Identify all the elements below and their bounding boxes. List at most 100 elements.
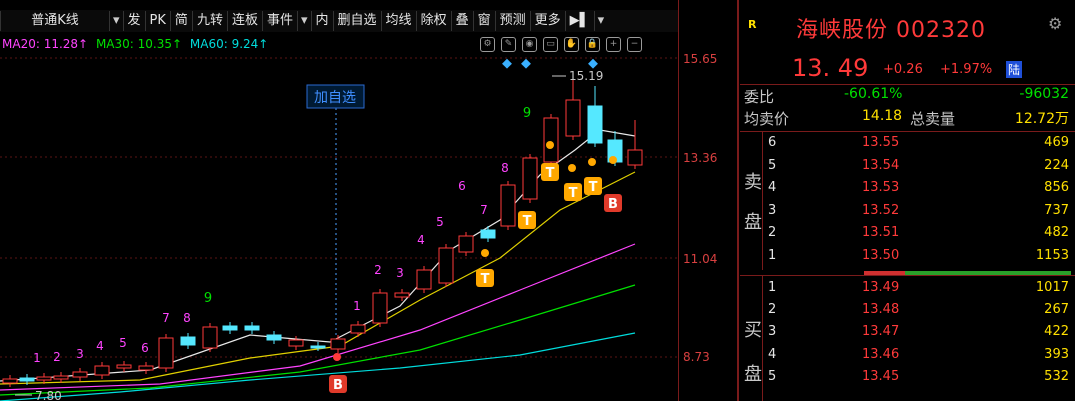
- high-price-label: 15.19: [569, 69, 603, 83]
- level-index: 4: [768, 346, 777, 362]
- candle-body: [587, 105, 603, 144]
- candle-body: [19, 377, 35, 382]
- buy-level-row[interactable]: 5 13.45 532: [740, 369, 1075, 389]
- nine-turn-count: 2: [53, 350, 61, 364]
- buy-level-row[interactable]: 4 13.46 393: [740, 347, 1075, 367]
- buy-level-row[interactable]: 2 13.48 267: [740, 302, 1075, 322]
- avg-sell-label: 均卖价: [744, 110, 790, 128]
- price-change: +0.26: [883, 62, 923, 77]
- b-marker-label: B: [333, 378, 343, 393]
- sell-level-row[interactable]: 5 13.54 224: [740, 158, 1075, 178]
- weibi-label: 委比: [744, 88, 775, 106]
- weibi-row: 委比 -60.61% -96032: [740, 86, 1075, 107]
- candle-body: [394, 292, 410, 298]
- nine-turn-count: 3: [76, 347, 84, 361]
- weibi-diff: -96032: [1019, 86, 1069, 102]
- nine-turn-count: 8: [183, 311, 191, 325]
- level-volume: 422: [1044, 324, 1069, 340]
- candle-body: [310, 345, 326, 349]
- nine-turn-count: 5: [119, 336, 127, 350]
- level-index: 4: [768, 180, 777, 195]
- level-volume: 1153: [1035, 247, 1069, 263]
- nine-turn-count: 4: [96, 339, 104, 353]
- exchange-badge: 陆: [1006, 61, 1023, 78]
- low-price-label: 7.80: [35, 389, 62, 401]
- candle-body: [288, 339, 304, 347]
- candle-body: [543, 117, 559, 163]
- weibi-pct: -60.61%: [844, 86, 903, 102]
- level-price: 13.45: [862, 368, 900, 384]
- level-volume: 393: [1044, 346, 1069, 362]
- nine-turn-count: 6: [141, 341, 149, 355]
- level-price: 13.55: [862, 135, 900, 150]
- price-axis: 15.65 13.36 11.04 8.73: [678, 0, 737, 401]
- price-tick: 13.36: [683, 151, 718, 165]
- level-volume: 1017: [1035, 280, 1069, 295]
- candle-body: [522, 157, 538, 200]
- avg-sell-row: 均卖价 14.18 总卖量 12.72万: [740, 108, 1075, 129]
- nine-turn-count: 4: [417, 233, 425, 247]
- candle-body: [500, 184, 516, 227]
- level-price: 13.53: [862, 180, 900, 195]
- candle-body: [180, 336, 196, 346]
- level-volume: 267: [1044, 302, 1069, 318]
- level-price: 13.50: [862, 247, 900, 263]
- event-diamond: [502, 58, 512, 69]
- level-index: 1: [768, 247, 777, 263]
- candle-body: [330, 338, 346, 350]
- nine-turn-count: 8: [501, 161, 509, 175]
- gear-icon[interactable]: ⚙: [1048, 14, 1062, 33]
- candle-body: [565, 99, 581, 137]
- t-marker-label: T: [481, 272, 490, 287]
- candle-body: [158, 337, 174, 369]
- level-price: 13.47: [862, 324, 900, 340]
- level-price: 13.52: [862, 202, 900, 218]
- level-price: 13.46: [862, 346, 900, 362]
- divider-line: [740, 275, 1075, 276]
- signal-dot: [609, 156, 617, 164]
- signal-dot: [333, 353, 341, 361]
- markers: 1 2 34 5 67 89 12 3456789TTTT TBB: [33, 106, 622, 393]
- level-index: 6: [768, 135, 777, 150]
- kline-chart-area[interactable]: 普通K线 ▾ 发 PK 简 九转 连板 事件 ▾ 内 删自选 均线 除权 叠 窗…: [0, 0, 738, 401]
- buy-level-row[interactable]: 1 13.49 1017: [740, 280, 1075, 300]
- price-tick: 8.73: [683, 350, 710, 364]
- candle-body: [627, 149, 643, 166]
- last-price: 13. 49: [792, 54, 869, 82]
- signal-dot: [546, 141, 554, 149]
- nine-turn-count: 7: [162, 311, 170, 325]
- buy-level-row[interactable]: 3 13.47 422: [740, 324, 1075, 344]
- level-price: 13.49: [862, 280, 900, 295]
- candle-body: [480, 229, 496, 239]
- stock-name: 海峡股份 002320: [796, 18, 986, 43]
- signal-dot: [481, 249, 489, 257]
- candle-body: [36, 376, 52, 381]
- sell-level-row[interactable]: 3 13.52 737: [740, 203, 1075, 223]
- candle-body: [350, 324, 366, 334]
- level-index: 3: [768, 202, 777, 218]
- level-volume: 532: [1044, 368, 1069, 384]
- nine-turn-count: 1: [353, 299, 361, 313]
- panel-divider[interactable]: [737, 0, 739, 401]
- divider-line: [740, 84, 1075, 85]
- t-marker-label: T: [589, 180, 598, 195]
- level-volume: 482: [1044, 225, 1069, 240]
- signal-dot: [568, 164, 576, 172]
- add-watchlist-label: 加自选: [314, 90, 356, 106]
- sell-level-row[interactable]: 4 13.53 856: [740, 180, 1075, 200]
- t-marker-label: T: [523, 214, 532, 229]
- b-marker-label: B: [608, 197, 618, 212]
- nine-turn-count: 9: [523, 106, 531, 121]
- sell-level-row[interactable]: 6 13.55 469: [740, 135, 1075, 155]
- sell-level-row[interactable]: 1 13.50 1153: [740, 248, 1075, 268]
- total-sell-value: 12.72万: [1014, 111, 1069, 127]
- t-marker-label: T: [569, 186, 578, 201]
- price-tick: 15.65: [683, 52, 718, 66]
- sell-level-row[interactable]: 2 13.51 482: [740, 225, 1075, 245]
- candle-body: [372, 292, 388, 324]
- event-diamond: [521, 58, 531, 69]
- t-marker-label: T: [546, 166, 555, 181]
- kline-svg: 加自选 1 2 34 5 67 89 12 3456789TTTT TBB 15.19 7.80: [0, 57, 678, 401]
- level-index: 1: [768, 280, 777, 295]
- level-index: 5: [768, 157, 777, 173]
